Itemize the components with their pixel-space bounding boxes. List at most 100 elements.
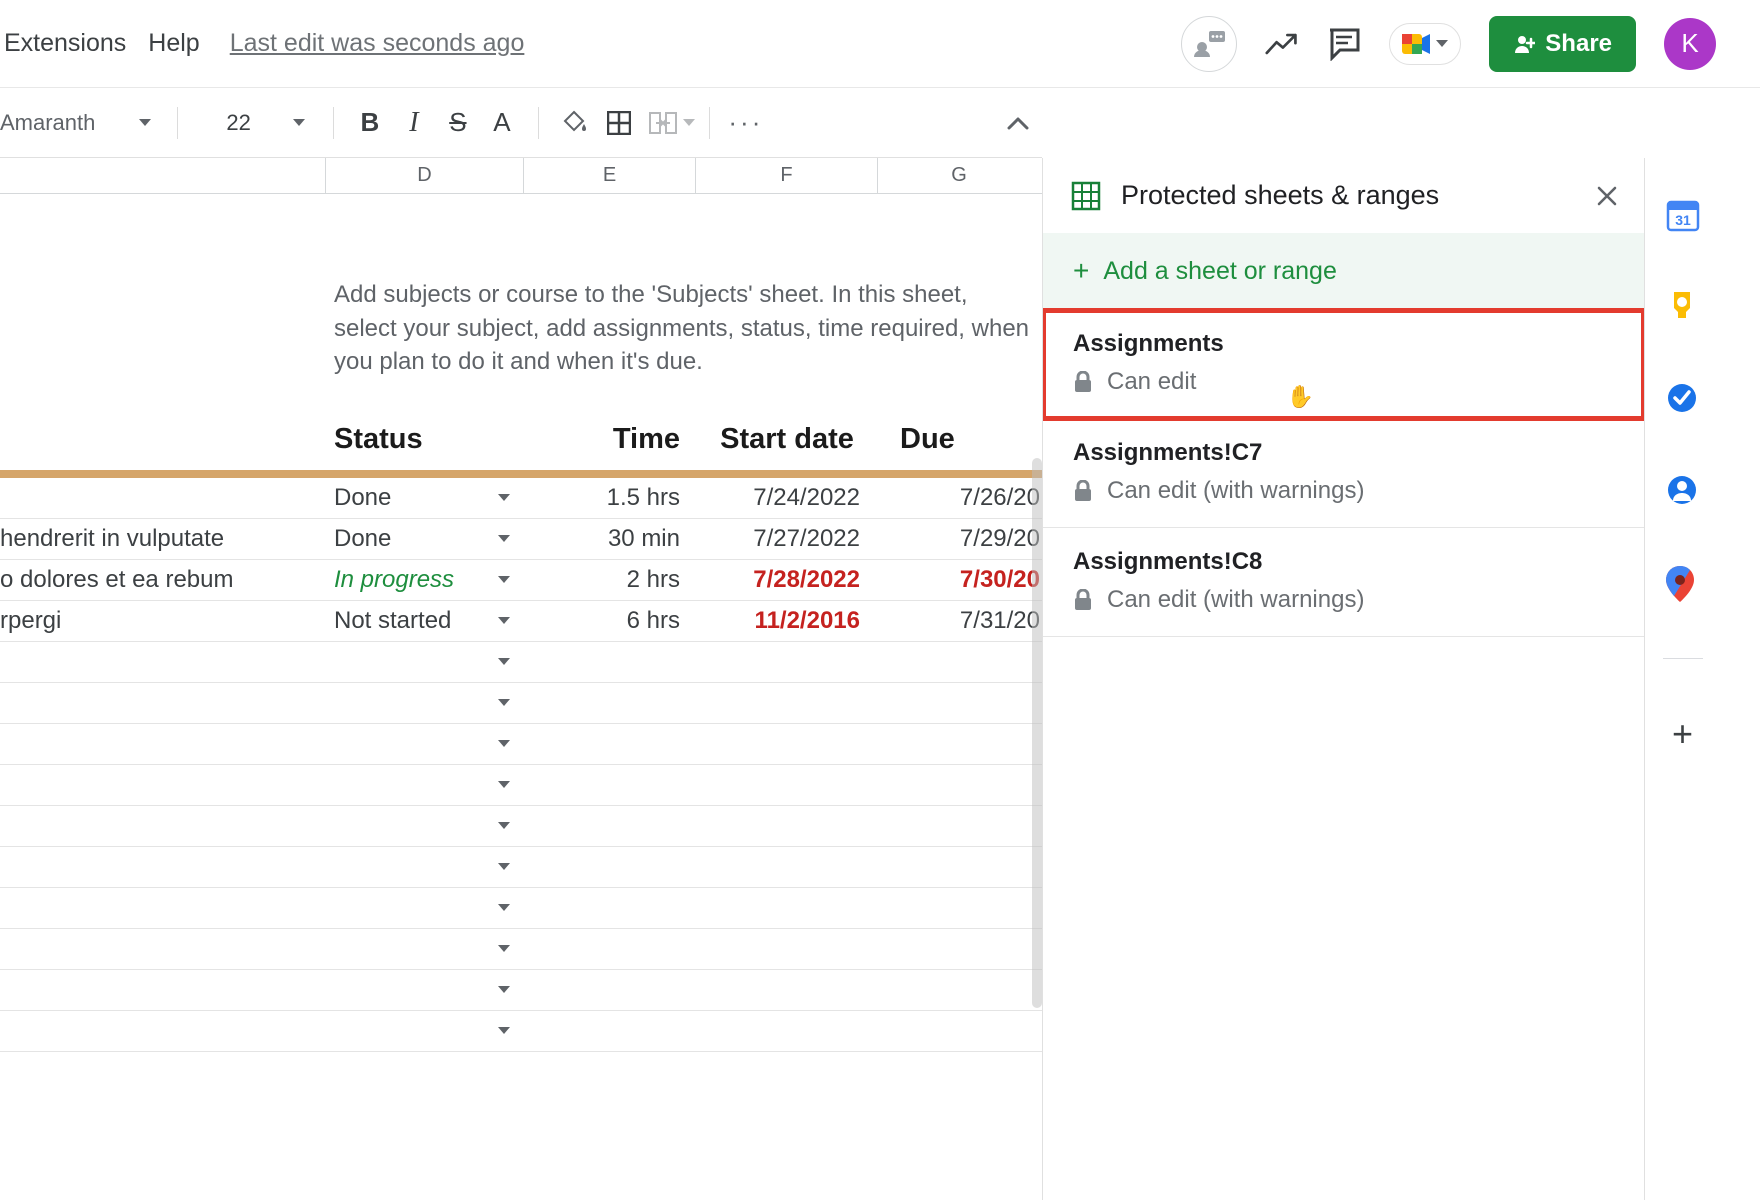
activity-dashboard-button[interactable] bbox=[1181, 16, 1237, 72]
font-family-select[interactable]: Amaranth bbox=[0, 110, 163, 136]
cell-time[interactable]: 2 hrs bbox=[524, 566, 696, 594]
table-header-due: Due bbox=[878, 423, 1040, 470]
table-header-time: Time bbox=[524, 423, 696, 470]
cell-time[interactable]: 6 hrs bbox=[524, 607, 696, 635]
merge-cells-button[interactable] bbox=[641, 101, 685, 145]
header-actions: Share K bbox=[1181, 16, 1730, 72]
protected-range-item[interactable]: Assignments!C8Can edit (with warnings) bbox=[1043, 528, 1644, 637]
cell-assignment[interactable]: o dolores et ea rebum bbox=[0, 566, 326, 594]
protected-ranges-panel: Protected sheets & ranges + Add a sheet … bbox=[1042, 158, 1644, 1200]
format-toolbar: Amaranth 22 B I S A ··· bbox=[0, 88, 1042, 158]
borders-button[interactable] bbox=[597, 101, 641, 145]
table-row[interactable]: hendrerit in vulputateDone30 min7/27/202… bbox=[0, 519, 1042, 560]
more-toolbar-button[interactable]: ··· bbox=[724, 101, 768, 145]
table-row[interactable] bbox=[0, 929, 1042, 970]
contacts-icon[interactable] bbox=[1666, 474, 1700, 508]
fill-color-button[interactable] bbox=[553, 101, 597, 145]
table-row[interactable] bbox=[0, 888, 1042, 929]
table-row[interactable] bbox=[0, 970, 1042, 1011]
account-avatar[interactable]: K bbox=[1664, 18, 1716, 70]
cell-due-date[interactable]: 7/26/20 bbox=[878, 484, 1040, 512]
main-area: D E F G Add subjects or course to the 'S… bbox=[0, 158, 1760, 1200]
protected-range-item[interactable]: Assignments!C7Can edit (with warnings) bbox=[1043, 419, 1644, 528]
column-header-d[interactable]: D bbox=[326, 158, 524, 193]
menu-extensions[interactable]: Extensions bbox=[4, 29, 126, 58]
table-row[interactable] bbox=[0, 642, 1042, 683]
last-edit-link[interactable]: Last edit was seconds ago bbox=[230, 29, 525, 58]
app-header: Extensions Help Last edit was seconds ag… bbox=[0, 0, 1760, 88]
close-panel-button[interactable] bbox=[1596, 185, 1618, 207]
column-header-g[interactable]: G bbox=[878, 158, 1040, 193]
table-row[interactable]: Done1.5 hrs7/24/20227/26/20 bbox=[0, 478, 1042, 519]
plus-icon: + bbox=[1073, 255, 1089, 287]
italic-button[interactable]: I bbox=[392, 101, 436, 145]
spreadsheet-area[interactable]: D E F G Add subjects or course to the 'S… bbox=[0, 158, 1042, 1200]
text-color-button[interactable]: A bbox=[480, 101, 524, 145]
font-size-value: 22 bbox=[226, 110, 250, 136]
table-row[interactable] bbox=[0, 1011, 1042, 1052]
scrollbar[interactable] bbox=[1032, 458, 1042, 1008]
share-person-icon bbox=[1513, 33, 1535, 55]
panel-body: + Add a sheet or range AssignmentsCan ed… bbox=[1043, 233, 1644, 1200]
chevron-down-icon bbox=[498, 576, 510, 583]
share-button[interactable]: Share bbox=[1489, 16, 1636, 72]
table-row[interactable] bbox=[0, 724, 1042, 765]
comments-icon[interactable] bbox=[1327, 27, 1361, 61]
collapse-toolbar-button[interactable] bbox=[1006, 115, 1030, 131]
column-header-f[interactable]: F bbox=[696, 158, 878, 193]
maps-icon[interactable] bbox=[1666, 566, 1700, 600]
chevron-down-icon bbox=[498, 617, 510, 624]
protected-range-permission: Can edit bbox=[1073, 368, 1614, 396]
toolbar-separator bbox=[709, 107, 710, 139]
cell-status[interactable]: In progress bbox=[326, 566, 524, 594]
calendar-icon[interactable]: 31 bbox=[1666, 198, 1700, 232]
cell-time[interactable]: 30 min bbox=[524, 525, 696, 553]
column-header-blank[interactable] bbox=[0, 158, 326, 193]
menu-bar: Extensions Help bbox=[0, 29, 200, 58]
table-row[interactable] bbox=[0, 806, 1042, 847]
cell-due-date[interactable]: 7/31/20 bbox=[878, 607, 1040, 635]
protected-range-permission: Can edit (with warnings) bbox=[1073, 586, 1614, 614]
menu-help[interactable]: Help bbox=[148, 29, 199, 58]
add-sheet-or-range-button[interactable]: + Add a sheet or range bbox=[1043, 233, 1644, 310]
cell-start-date[interactable]: 7/24/2022 bbox=[696, 484, 878, 512]
table-row[interactable]: o dolores et ea rebumIn progress2 hrs7/2… bbox=[0, 560, 1042, 601]
cell-time[interactable]: 1.5 hrs bbox=[524, 484, 696, 512]
column-header-e[interactable]: E bbox=[524, 158, 696, 193]
add-sheet-label: Add a sheet or range bbox=[1103, 257, 1337, 286]
table-header-status: Status bbox=[326, 423, 524, 470]
table-row[interactable]: rpergiNot started6 hrs11/2/20167/31/20 bbox=[0, 601, 1042, 642]
chevron-down-icon bbox=[498, 781, 510, 788]
meet-button[interactable] bbox=[1389, 23, 1461, 65]
cell-start-date[interactable]: 7/27/2022 bbox=[696, 525, 878, 553]
tasks-icon[interactable] bbox=[1666, 382, 1700, 416]
cell-status[interactable]: Done bbox=[326, 484, 524, 512]
svg-text:31: 31 bbox=[1675, 212, 1691, 228]
chevron-down-icon bbox=[683, 119, 695, 126]
bold-button[interactable]: B bbox=[348, 101, 392, 145]
cell-due-date[interactable]: 7/29/20 bbox=[878, 525, 1040, 553]
cell-due-date[interactable]: 7/30/20 bbox=[878, 566, 1040, 594]
protected-range-name: Assignments!C7 bbox=[1073, 439, 1614, 467]
protected-ranges-list: AssignmentsCan edit✋Assignments!C7Can ed… bbox=[1043, 310, 1644, 637]
trend-icon[interactable] bbox=[1265, 27, 1299, 61]
chevron-down-icon bbox=[1436, 40, 1448, 47]
font-size-select[interactable]: 22 bbox=[212, 110, 318, 136]
chevron-down-icon bbox=[139, 119, 151, 126]
chevron-down-icon bbox=[498, 494, 510, 501]
add-addon-button[interactable]: + bbox=[1666, 717, 1700, 751]
cell-start-date[interactable]: 11/2/2016 bbox=[696, 607, 878, 635]
table-row[interactable] bbox=[0, 847, 1042, 888]
cell-assignment[interactable]: hendrerit in vulputate bbox=[0, 525, 326, 553]
cell-status[interactable]: Done bbox=[326, 525, 524, 553]
protected-range-item[interactable]: AssignmentsCan edit✋ bbox=[1043, 310, 1644, 419]
table-row[interactable] bbox=[0, 765, 1042, 806]
keep-icon[interactable] bbox=[1666, 290, 1700, 324]
strikethrough-button[interactable]: S bbox=[436, 101, 480, 145]
cell-assignment[interactable]: rpergi bbox=[0, 607, 326, 635]
chevron-down-icon bbox=[498, 945, 510, 952]
column-headers: D E F G bbox=[0, 158, 1042, 194]
cell-start-date[interactable]: 7/28/2022 bbox=[696, 566, 878, 594]
cell-status[interactable]: Not started bbox=[326, 607, 524, 635]
table-row[interactable] bbox=[0, 683, 1042, 724]
